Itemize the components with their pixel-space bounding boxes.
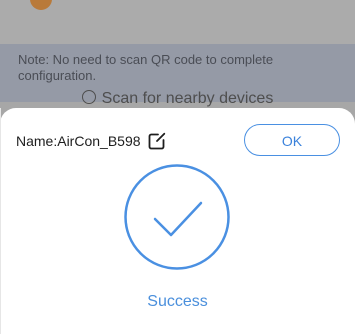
- name-prefix: Name:: [16, 133, 58, 149]
- scan-icon: [81, 90, 96, 104]
- status-label: Success: [147, 293, 208, 310]
- scan-label: Scan for nearby devices: [101, 90, 274, 107]
- success-check-icon: [124, 164, 230, 270]
- top-strip: [0, 0, 355, 44]
- ok-button[interactable]: OK: [244, 124, 340, 156]
- device-name: AirCon_B598: [57, 133, 141, 149]
- screen: Note: No need to scan QR code to complet…: [0, 0, 355, 334]
- edit-icon[interactable]: [148, 132, 166, 150]
- success-bottom-sheet: Name: AirCon_B598 OK Success: [0, 108, 355, 334]
- scan-nearby-button[interactable]: Scan for nearby devices: [0, 90, 355, 108]
- device-icon: [30, 0, 52, 10]
- device-name-row: Name: AirCon_B598: [16, 132, 166, 150]
- note-text: Note: No need to scan QR code to complet…: [18, 52, 274, 83]
- divider: [0, 108, 1, 334]
